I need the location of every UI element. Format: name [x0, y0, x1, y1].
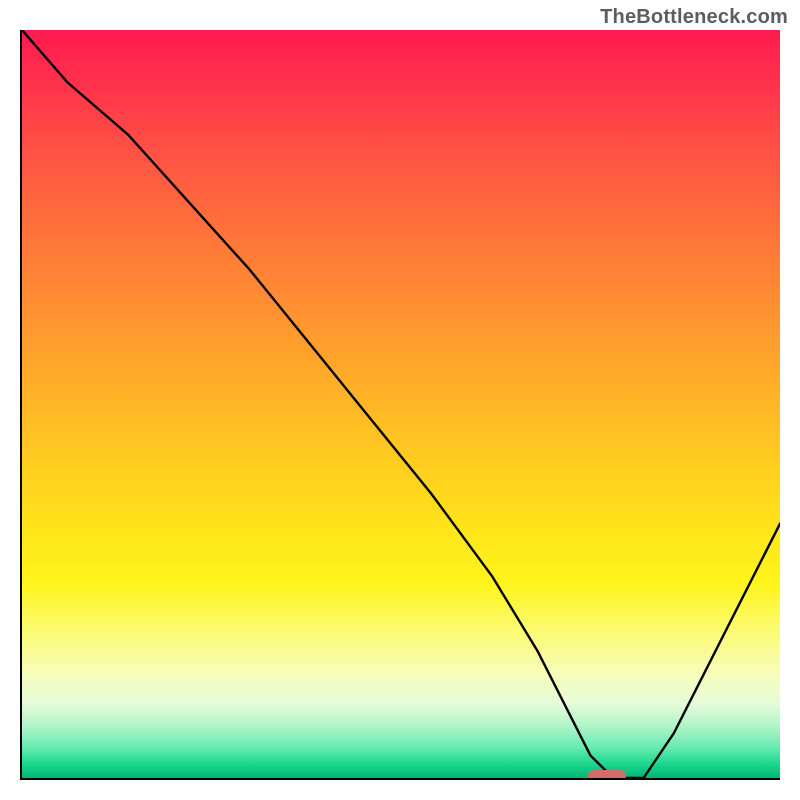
plot-area — [20, 30, 780, 780]
chart-stage: TheBottleneck.com — [0, 0, 800, 800]
curve-path — [22, 30, 780, 778]
minimum-marker — [588, 770, 626, 780]
watermark-text: TheBottleneck.com — [600, 6, 788, 29]
bottleneck-curve — [22, 30, 780, 778]
